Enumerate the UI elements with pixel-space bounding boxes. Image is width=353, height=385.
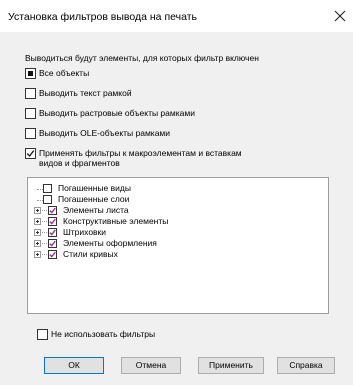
cancel-button[interactable]: Отмена <box>121 357 181 374</box>
curve-styles-label: Стили кривых <box>63 249 118 259</box>
hatches-label: Штриховки <box>63 227 107 237</box>
tree-connector <box>34 196 43 203</box>
tree-connector <box>42 220 47 222</box>
structural-elements-label: Конструктивные элементы <box>63 216 169 226</box>
check-mark-icon <box>49 251 56 258</box>
ole-as-frame-checkbox[interactable] <box>25 128 36 139</box>
expand-icon[interactable] <box>34 250 41 258</box>
annotation-elements-label: Элементы оформления <box>63 238 157 248</box>
hidden-layers-label: Погашенные слои <box>58 194 130 204</box>
expand-icon[interactable] <box>34 239 41 247</box>
ok-button[interactable]: ОК <box>44 357 104 374</box>
hidden-views-checkbox[interactable] <box>43 183 52 193</box>
tree-connector <box>34 185 43 192</box>
apply-to-macro-label: Применять фильтры к макроэлементам и вст… <box>39 148 242 168</box>
tree-item-annotation-elements[interactable]: Элементы оформления <box>34 238 157 248</box>
sheet-elements-checkbox[interactable] <box>48 205 57 215</box>
tree-item-hidden-views[interactable]: Погашенные виды <box>34 183 131 193</box>
check-mark-icon <box>49 218 56 225</box>
apply-to-macro-checkbox[interactable] <box>25 148 36 159</box>
expand-icon[interactable] <box>34 206 41 214</box>
apply-to-macro-label-line2: видов и фрагментов <box>39 158 120 168</box>
check-mark-icon <box>26 150 35 158</box>
text-as-frame-label: Выводить текст рамкой <box>39 88 132 98</box>
check-mark-icon <box>49 207 56 214</box>
check-mark-icon <box>49 229 56 236</box>
tree-connector <box>42 209 47 211</box>
raster-as-frame-checkbox[interactable] <box>25 108 36 119</box>
tree-item-hatches[interactable]: Штриховки <box>34 227 106 237</box>
all-objects-label: Все объекты <box>39 68 90 78</box>
option-ole-as-frame[interactable]: Выводить OLE-объекты рамками <box>25 128 170 140</box>
ole-as-frame-label: Выводить OLE-объекты рамками <box>39 128 171 138</box>
tree-item-hidden-layers[interactable]: Погашенные слои <box>34 194 129 204</box>
window-title: Установка фильтров вывода на печать <box>8 11 197 23</box>
sheet-elements-label: Элементы листа <box>63 205 129 215</box>
option-text-as-frame[interactable]: Выводить текст рамкой <box>25 88 132 100</box>
option-no-filters[interactable]: Не использовать фильтры <box>37 329 155 341</box>
tree-connector <box>42 253 47 255</box>
option-raster-as-frame[interactable]: Выводить растровые объекты рамками <box>25 108 195 120</box>
check-mark-icon <box>49 240 56 247</box>
filter-info-text: Выводиться будут элементы, для которых ф… <box>25 53 259 63</box>
close-icon[interactable] <box>333 9 347 23</box>
title-bar: Установка фильтров вывода на печать <box>0 0 353 32</box>
no-filters-label: Не использовать фильтры <box>51 329 156 339</box>
filter-tree[interactable]: Погашенные виды Погашенные слои Элементы… <box>27 177 329 314</box>
structural-elements-checkbox[interactable] <box>48 216 57 226</box>
option-apply-to-macro[interactable]: Применять фильтры к макроэлементам и вст… <box>25 148 242 170</box>
help-button[interactable]: Справка <box>277 357 335 374</box>
expand-icon[interactable] <box>34 228 41 236</box>
option-all-objects[interactable]: Все объекты <box>25 68 89 80</box>
expand-icon[interactable] <box>34 217 41 225</box>
raster-as-frame-label: Выводить растровые объекты рамками <box>39 108 195 118</box>
hatches-checkbox[interactable] <box>48 227 57 237</box>
text-as-frame-checkbox[interactable] <box>25 88 36 99</box>
curve-styles-checkbox[interactable] <box>48 249 57 259</box>
hidden-views-label: Погашенные виды <box>58 183 131 193</box>
all-objects-checkbox[interactable] <box>25 68 36 79</box>
tree-item-structural-elements[interactable]: Конструктивные элементы <box>34 216 168 226</box>
tree-item-sheet-elements[interactable]: Элементы листа <box>34 205 129 215</box>
tree-connector <box>42 242 47 244</box>
annotation-elements-checkbox[interactable] <box>48 238 57 248</box>
tree-item-curve-styles[interactable]: Стили кривых <box>34 249 118 259</box>
apply-button[interactable]: Применить <box>198 357 264 374</box>
no-filters-checkbox[interactable] <box>37 329 48 340</box>
tree-connector <box>42 231 47 233</box>
hidden-layers-checkbox[interactable] <box>43 194 52 204</box>
apply-to-macro-label-line1: Применять фильтры к макроэлементам и вст… <box>39 148 242 158</box>
